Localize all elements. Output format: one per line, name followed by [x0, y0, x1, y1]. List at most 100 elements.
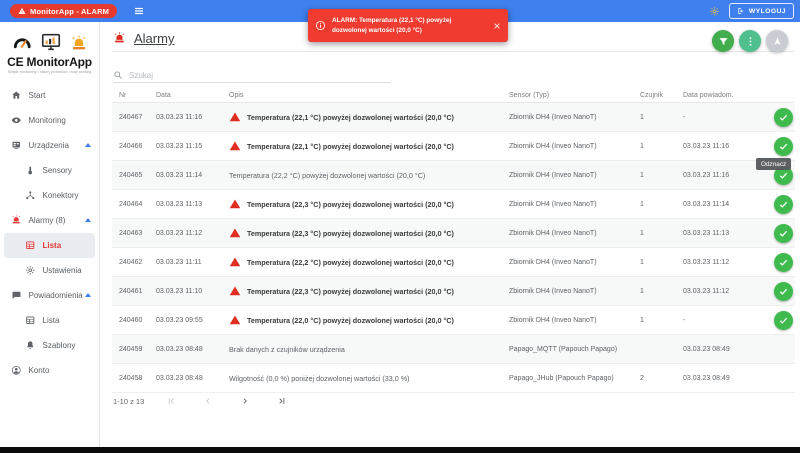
table-row: 24046503.03.23 11:14Temperatura (22,2 °C…	[112, 161, 795, 190]
acknowledge-button[interactable]	[774, 108, 793, 127]
sensor-name: Papago_MQTT (Papouch Papago)	[509, 346, 640, 353]
column-header: Opis	[229, 92, 509, 99]
warning-icon	[229, 111, 241, 123]
sidebar-item-powiadomienia[interactable]: Powiadomienia	[0, 283, 99, 308]
alarm-description: Temperatura (22,3 °C) powyżej dozwolonej…	[247, 229, 454, 238]
last-page-button[interactable]	[277, 396, 287, 406]
alarm-toast: ALARM: Temperatura (22,1 °C) powyżej doz…	[308, 9, 508, 42]
notification-date: 03.03.23 11:16	[683, 143, 772, 150]
acknowledge-button[interactable]	[774, 195, 793, 214]
alarm-date: 03.03.23 09:55	[156, 317, 229, 324]
column-header: Data powiadom.	[683, 92, 772, 99]
alarm-date: 03.03.23 11:13	[156, 201, 229, 208]
sidebar-item-label: Konektory	[43, 191, 79, 200]
alarm-date: 03.03.23 11:16	[156, 114, 229, 121]
siren-icon	[70, 35, 88, 53]
alarm-number: 240467	[112, 114, 156, 121]
acknowledge-button[interactable]	[774, 137, 793, 156]
sidebar-item-sensory[interactable]: Sensory	[0, 158, 99, 183]
sensor-name: Zbiornik DH4 (Inveo NanoT)	[509, 201, 640, 208]
warning-icon	[18, 7, 26, 15]
sidebar-item-start[interactable]: Start	[0, 83, 99, 108]
acknowledge-button[interactable]	[774, 253, 793, 272]
acknowledge-button[interactable]	[774, 311, 793, 330]
sidebar-item-lista[interactable]: Lista	[0, 308, 99, 333]
sidebar-item-ustawienia[interactable]: Ustawienia	[0, 258, 99, 283]
alarm-number: 240466	[112, 143, 156, 150]
sidebar-item-alarmy-8[interactable]: Alarmy (8)	[0, 208, 99, 233]
prev-page-button[interactable]	[203, 396, 213, 406]
table-row: 24046603.03.23 11:15Temperatura (22,1 °C…	[112, 132, 795, 161]
notification-date: -	[683, 317, 772, 324]
acknowledge-button[interactable]	[774, 282, 793, 301]
alarms-table: NrDataOpisSensor (Typ)CzujnikData powiad…	[112, 88, 795, 393]
toast-text: ALARM: Temperatura (22,1 °C) powyżej doz…	[332, 16, 487, 35]
sensor-name: Zbiornik DH4 (Inveo NanoT)	[509, 230, 640, 237]
sidebar-item-label: Konto	[29, 366, 50, 375]
alarm-description: Temperatura (22,2 °C) powyżej dozwolonej…	[229, 171, 425, 180]
search-input[interactable]	[129, 71, 369, 80]
alarm-description-cell: Brak danych z czujników urządzenia	[229, 345, 509, 354]
check-icon	[778, 112, 789, 123]
sidebar-item-label: Lista	[43, 241, 62, 250]
sidebar-item-urządzenia[interactable]: Urządzenia	[0, 133, 99, 158]
column-header: Sensor (Typ)	[509, 92, 640, 99]
check-icon	[778, 257, 789, 268]
table-header: NrDataOpisSensor (Typ)CzujnikData powiad…	[112, 88, 795, 103]
collapse-caret-icon	[85, 218, 91, 222]
column-header: Data	[156, 92, 229, 99]
alarm-description: Brak danych z czujników urządzenia	[229, 345, 345, 354]
sensor-count: 1	[640, 172, 683, 179]
sidebar-item-konektory[interactable]: Konektory	[0, 183, 99, 208]
sidebar-item-lista[interactable]: Lista	[4, 233, 95, 258]
column-header: Czujnik	[640, 92, 683, 99]
gauge-icon	[12, 33, 32, 53]
warning-icon	[229, 140, 241, 152]
sidebar-item-konto[interactable]: Konto	[0, 358, 99, 383]
notification-date: 03.03.23 08:49	[683, 375, 772, 382]
action-cell	[772, 195, 795, 214]
logout-button[interactable]: WYLOGUJ	[729, 3, 794, 19]
more-button[interactable]	[739, 30, 761, 52]
collapse-caret-icon	[85, 293, 91, 297]
table-icon	[25, 315, 36, 326]
close-icon[interactable]	[493, 22, 501, 30]
alarm-date: 03.03.23 11:15	[156, 143, 229, 150]
alarm-number: 240461	[112, 288, 156, 295]
alarm-description: Temperatura (22,3 °C) powyżej dozwolonej…	[247, 287, 454, 296]
sensor-name: Zbiornik DH4 (Inveo NanoT)	[509, 288, 640, 295]
action-cell	[772, 311, 795, 330]
page-last-icon	[277, 396, 287, 406]
sidebar-item-label: Sensory	[43, 166, 72, 175]
acknowledge-button[interactable]	[774, 224, 793, 243]
warning-icon	[229, 285, 241, 297]
person-icon	[11, 365, 22, 376]
table-row: 24046303.03.23 11:12Temperatura (22,3 °C…	[112, 219, 795, 248]
warning-icon	[229, 198, 241, 210]
page-next-icon	[240, 396, 250, 406]
alarm-description: Temperatura (22,1 °C) powyżej dozwolonej…	[247, 113, 454, 122]
pagination: 1-10 z 13	[113, 396, 314, 406]
settings-icon[interactable]	[709, 6, 720, 17]
siren-icon	[11, 215, 22, 226]
alarm-date: 03.03.23 11:10	[156, 288, 229, 295]
alarm-status-label: MonitorApp - ALARM	[30, 7, 109, 16]
info-icon	[315, 20, 326, 31]
scroll-top-button[interactable]	[766, 30, 788, 52]
sidebar-item-label: Ustawienia	[43, 266, 82, 275]
filter-button[interactable]	[712, 30, 734, 52]
sidebar-item-szablony[interactable]: Szablony	[0, 333, 99, 358]
page-title[interactable]: Alarmy	[134, 31, 174, 46]
alarm-status-badge[interactable]: MonitorApp - ALARM	[10, 4, 117, 18]
alarm-description: Temperatura (22,0 °C) powyżej dozwolonej…	[247, 316, 454, 325]
sidebar-item-label: Lista	[43, 316, 60, 325]
first-page-button[interactable]	[166, 396, 176, 406]
sidebar-item-monitoring[interactable]: Monitoring	[0, 108, 99, 133]
next-page-button[interactable]	[240, 396, 250, 406]
devices-icon	[11, 140, 22, 151]
menu-icon[interactable]	[133, 5, 145, 17]
alarm-date: 03.03.23 08:48	[156, 346, 229, 353]
notification-date: 03.03.23 11:12	[683, 288, 772, 295]
alarm-date: 03.03.23 08:48	[156, 375, 229, 382]
alarm-number: 240464	[112, 201, 156, 208]
